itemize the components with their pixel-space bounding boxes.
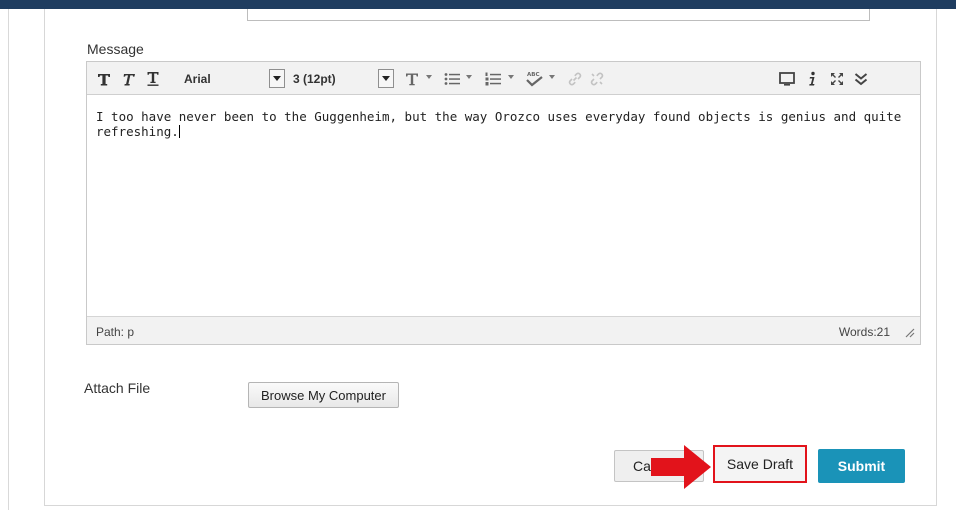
- text-cursor: [178, 125, 180, 138]
- bullet-list-dropdown[interactable]: [466, 75, 472, 79]
- left-gutter: [0, 9, 9, 510]
- text-color-dropdown[interactable]: [426, 75, 432, 79]
- italic-icon[interactable]: [118, 68, 138, 89]
- fullscreen-icon[interactable]: [827, 68, 847, 89]
- attach-file-label: Attach File: [84, 380, 151, 396]
- editor-statusbar: Path: p Words:21: [87, 316, 920, 344]
- annotation-arrow-icon: [651, 445, 711, 489]
- chevron-down-icon: [269, 69, 285, 88]
- save-draft-button[interactable]: Save Draft: [713, 445, 807, 483]
- message-label: Message: [87, 41, 144, 57]
- numbered-list-dropdown[interactable]: [508, 75, 514, 79]
- element-path: Path: p: [96, 325, 135, 339]
- bullet-list-icon[interactable]: [442, 68, 462, 89]
- message-body[interactable]: I too have never been to the Guggenheim,…: [96, 109, 906, 139]
- font-size-select[interactable]: 3 (12pt): [289, 68, 394, 90]
- chevron-down-icon: [378, 69, 394, 88]
- bold-icon[interactable]: [94, 68, 114, 89]
- word-count: Words:21: [838, 325, 890, 339]
- numbered-list-icon[interactable]: [483, 68, 503, 89]
- resize-handle-icon[interactable]: [905, 327, 915, 341]
- unlink-icon[interactable]: [587, 68, 607, 89]
- submit-button[interactable]: Submit: [818, 449, 905, 483]
- editor-toolbar: Arial 3 (12pt) ABC: [87, 62, 920, 95]
- subject-field-bottom[interactable]: [247, 9, 870, 21]
- spellcheck-icon[interactable]: ABC: [523, 68, 545, 89]
- spellcheck-dropdown[interactable]: [549, 75, 555, 79]
- browse-my-computer-button[interactable]: Browse My Computer: [248, 382, 399, 408]
- svg-text:ABC: ABC: [527, 72, 540, 78]
- preview-icon[interactable]: [777, 68, 797, 89]
- message-editor: Arial 3 (12pt) ABC I too have never been…: [86, 61, 921, 345]
- link-icon[interactable]: [566, 68, 584, 89]
- more-icon[interactable]: [850, 68, 872, 89]
- underline-icon[interactable]: [143, 68, 163, 89]
- message-text: I too have never been to the Guggenheim,…: [96, 109, 902, 139]
- font-size-value: 3 (12pt): [293, 72, 336, 86]
- font-family-value: Arial: [184, 72, 211, 86]
- text-color-icon[interactable]: [402, 68, 422, 89]
- info-icon[interactable]: [803, 68, 821, 89]
- top-banner: [0, 0, 956, 9]
- font-family-select[interactable]: Arial: [180, 68, 285, 90]
